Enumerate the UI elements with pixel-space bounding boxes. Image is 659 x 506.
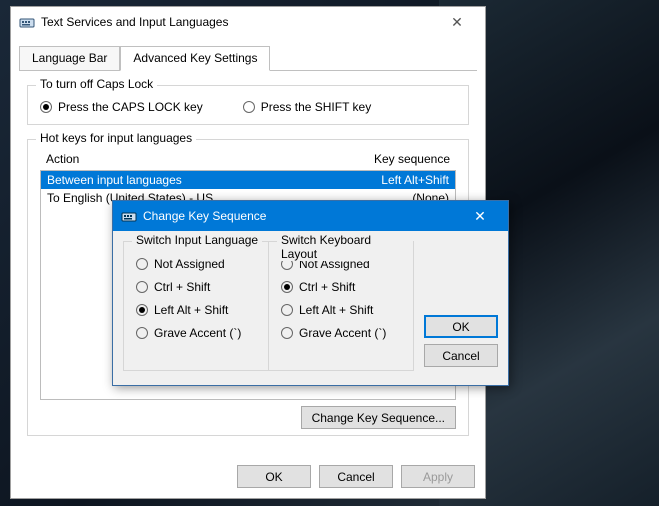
child-cancel-button[interactable]: Cancel [424,344,498,367]
radio-input-ctrl-shift[interactable]: Ctrl + Shift [136,280,256,294]
radio-input-not-assigned[interactable]: Not Assigned [136,257,256,271]
change-key-sequence-dialog: Change Key Sequence ✕ Switch Input Langu… [112,200,509,386]
switch-keyboard-layout-group: Switch Keyboard Layout Not Assigned Ctrl… [268,241,414,371]
radio-layout-left-alt-shift[interactable]: Left Alt + Shift [281,303,401,317]
radio-layout-grave-accent[interactable]: Grave Accent (`) [281,326,401,340]
radio-icon [40,101,52,113]
radio-label: Grave Accent (`) [154,326,241,340]
radio-input-left-alt-shift[interactable]: Left Alt + Shift [136,303,256,317]
close-button[interactable]: ✕ [437,8,477,36]
radio-icon [281,327,293,339]
child-dialog-title: Change Key Sequence [143,209,460,223]
cancel-button[interactable]: Cancel [319,465,393,488]
caps-lock-group: To turn off Caps Lock Press the CAPS LOC… [27,85,469,125]
group-title: Switch Keyboard Layout [277,233,413,261]
col-key-sequence: Key sequence [374,152,450,166]
radio-press-shift[interactable]: Press the SHIFT key [243,100,371,114]
col-action: Action [46,152,79,166]
child-button-column: OK Cancel [424,241,498,371]
keyboard-icon [19,14,35,30]
radio-label: Ctrl + Shift [299,280,355,294]
tab-advanced-key-settings[interactable]: Advanced Key Settings [120,46,270,71]
radio-icon [136,327,148,339]
caps-lock-group-title: To turn off Caps Lock [36,77,157,91]
keyboard-icon [121,208,137,224]
radio-icon [136,281,148,293]
child-ok-button[interactable]: OK [424,315,498,338]
radio-input-grave-accent[interactable]: Grave Accent (`) [136,326,256,340]
hotkeys-group-title: Hot keys for input languages [36,131,196,145]
tab-language-bar[interactable]: Language Bar [19,46,120,71]
child-close-button[interactable]: ✕ [460,202,500,230]
radio-icon [281,304,293,316]
change-key-sequence-button[interactable]: Change Key Sequence... [301,406,456,429]
radio-label: Not Assigned [154,257,225,271]
hotkey-header: Action Key sequence [40,150,456,168]
titlebar: Text Services and Input Languages ✕ [11,7,485,37]
radio-label: Press the SHIFT key [261,100,371,114]
hotkey-sequence: Left Alt+Shift [381,173,449,187]
hotkey-action: Between input languages [47,173,182,187]
radio-label: Grave Accent (`) [299,326,386,340]
radio-icon [136,304,148,316]
hotkey-row-between-languages[interactable]: Between input languages Left Alt+Shift [41,171,455,189]
radio-icon [281,281,293,293]
radio-icon [243,101,255,113]
radio-label: Ctrl + Shift [154,280,210,294]
group-title: Switch Input Language [132,233,262,247]
apply-button: Apply [401,465,475,488]
radio-icon [136,258,148,270]
dialog-button-row: OK Cancel Apply [237,465,475,488]
radio-press-caps-lock[interactable]: Press the CAPS LOCK key [40,100,203,114]
child-titlebar: Change Key Sequence ✕ [113,201,508,231]
radio-label: Left Alt + Shift [154,303,228,317]
ok-button[interactable]: OK [237,465,311,488]
radio-layout-ctrl-shift[interactable]: Ctrl + Shift [281,280,401,294]
tabstrip: Language Bar Advanced Key Settings [19,45,477,71]
switch-input-language-group: Switch Input Language Not Assigned Ctrl … [123,241,269,371]
radio-label: Press the CAPS LOCK key [58,100,203,114]
dialog-title: Text Services and Input Languages [41,15,437,29]
radio-label: Left Alt + Shift [299,303,373,317]
